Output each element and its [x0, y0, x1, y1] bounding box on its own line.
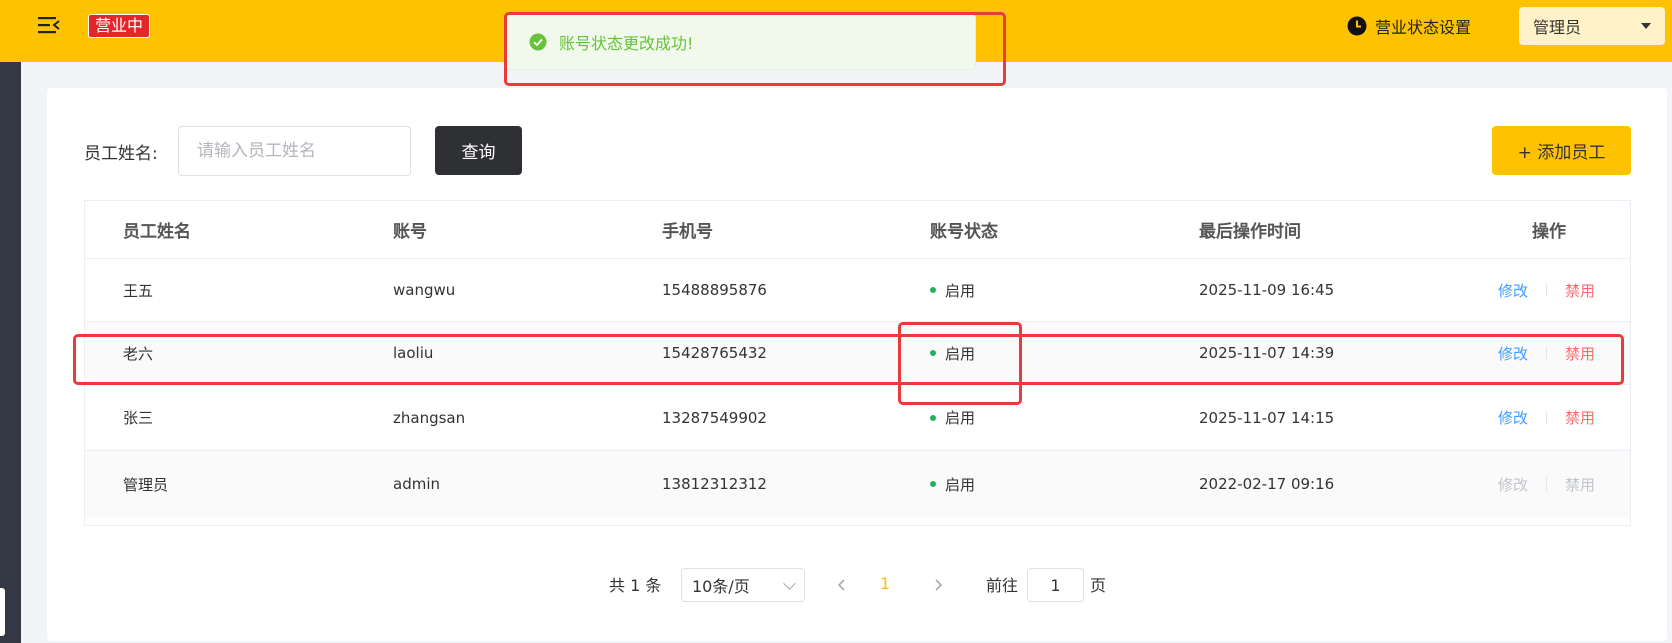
- query-button[interactable]: 查询: [435, 126, 522, 175]
- divider: [1546, 410, 1548, 425]
- last-operation-time-cell: 2025-11-07 14:15: [1199, 408, 1335, 427]
- clock-icon: [1347, 16, 1367, 36]
- pagination-total: 共 1 条: [609, 576, 662, 595]
- table-row: 管理员 admin 13812312312 启用 2022-02-17 09:1…: [85, 451, 1630, 517]
- sidebar: [0, 62, 21, 643]
- account-cell: admin: [393, 475, 440, 493]
- current-page-number[interactable]: 1: [880, 574, 890, 593]
- employee-name-cell: 管理员: [123, 475, 169, 494]
- edit-button-disabled: 修改: [1498, 475, 1529, 494]
- column-header-phone: 手机号: [662, 222, 713, 242]
- column-header-operations: 操作: [1532, 222, 1566, 242]
- employee-name-filter-label: 员工姓名:: [84, 144, 158, 164]
- phone-cell: 13287549902: [662, 408, 767, 427]
- success-check-icon: [529, 33, 547, 51]
- disable-button[interactable]: 禁用: [1565, 280, 1595, 301]
- account-cell: wangwu: [393, 281, 456, 299]
- menu-toggle-icon[interactable]: [38, 15, 60, 35]
- status-cell: 启用: [930, 451, 975, 517]
- operations-cell: 修改 禁用: [1498, 259, 1595, 321]
- business-status-setting-label: 营业状态设置: [1375, 18, 1472, 37]
- operations-cell: 修改 禁用: [1498, 322, 1595, 384]
- phone-cell: 15428765432: [662, 344, 767, 362]
- status-cell: 启用: [930, 259, 975, 321]
- column-header-account: 账号: [393, 222, 427, 242]
- status-text: 启用: [945, 475, 976, 494]
- user-dropdown[interactable]: 管理员: [1519, 7, 1665, 45]
- employee-name-cell: 王五: [123, 281, 154, 300]
- success-toast: 账号状态更改成功!: [506, 14, 976, 70]
- account-cell: laoliu: [393, 344, 434, 362]
- user-name-label: 管理员: [1533, 18, 1582, 37]
- employee-table: 员工姓名 账号 手机号 账号状态 最后操作时间 操作 王五 wangwu 154…: [84, 200, 1631, 526]
- disable-button[interactable]: 禁用: [1565, 407, 1595, 428]
- business-status-tag: 营业中: [88, 14, 151, 38]
- employee-name-cell: 老六: [123, 344, 154, 363]
- table-row: 王五 wangwu 15488895876 启用 2025-11-09 16:4…: [85, 259, 1630, 322]
- last-operation-time-cell: 2025-11-07 14:39: [1199, 344, 1335, 362]
- phone-cell: 15488895876: [662, 281, 767, 299]
- divider: [1546, 346, 1548, 360]
- page-size-value: 10条/页: [692, 577, 750, 596]
- status-dot-icon: [930, 414, 936, 421]
- status-dot-icon: [930, 287, 936, 293]
- last-operation-time-cell: 2022-02-17 09:16: [1199, 475, 1335, 493]
- caret-down-icon: [1641, 23, 1651, 29]
- column-header-name: 员工姓名: [123, 222, 191, 242]
- divider: [1546, 283, 1548, 297]
- goto-label: 前往: [986, 576, 1019, 595]
- account-cell: zhangsan: [393, 408, 466, 427]
- edit-button[interactable]: 修改: [1498, 407, 1528, 428]
- goto-page-input[interactable]: [1027, 568, 1084, 602]
- edit-button[interactable]: 修改: [1498, 343, 1528, 364]
- chevron-down-icon: [783, 576, 796, 590]
- column-header-last-operation-time: 最后操作时间: [1199, 222, 1301, 242]
- page-size-select[interactable]: 10条/页: [681, 568, 805, 602]
- operations-cell: 修改 禁用: [1498, 451, 1595, 517]
- status-dot-icon: [930, 481, 936, 487]
- disable-button-disabled: 禁用: [1565, 475, 1596, 494]
- status-text: 启用: [945, 344, 976, 363]
- status-text: 启用: [945, 409, 976, 427]
- last-operation-time-cell: 2025-11-09 16:45: [1199, 281, 1335, 299]
- sidebar-collapse-handle[interactable]: [0, 588, 5, 636]
- employee-name-cell: 张三: [123, 409, 154, 427]
- next-page-icon[interactable]: [928, 575, 948, 595]
- edit-button[interactable]: 修改: [1498, 280, 1528, 301]
- table-row: 老六 laoliu 15428765432 启用 2025-11-07 14:3…: [85, 322, 1630, 385]
- phone-cell: 13812312312: [662, 475, 767, 493]
- table-header-row: 员工姓名 账号 手机号 账号状态 最后操作时间 操作: [85, 201, 1630, 259]
- divider: [1546, 477, 1548, 491]
- status-cell: 启用: [930, 322, 975, 384]
- toast-message: 账号状态更改成功!: [559, 34, 694, 53]
- employee-name-search-input[interactable]: [178, 126, 411, 176]
- table-row: 张三 zhangsan 13287549902 启用 2025-11-07 14…: [85, 385, 1630, 451]
- business-status-setting-button[interactable]: 营业状态设置: [1347, 14, 1471, 38]
- add-employee-button[interactable]: + 添加员工: [1492, 126, 1631, 175]
- status-cell: 启用: [930, 385, 975, 450]
- page-suffix-label: 页: [1090, 576, 1107, 595]
- disable-button[interactable]: 禁用: [1565, 343, 1595, 364]
- column-header-status: 账号状态: [930, 222, 998, 242]
- operations-cell: 修改 禁用: [1498, 385, 1595, 450]
- status-text: 启用: [945, 281, 976, 300]
- status-dot-icon: [930, 350, 936, 356]
- prev-page-icon[interactable]: [832, 575, 852, 595]
